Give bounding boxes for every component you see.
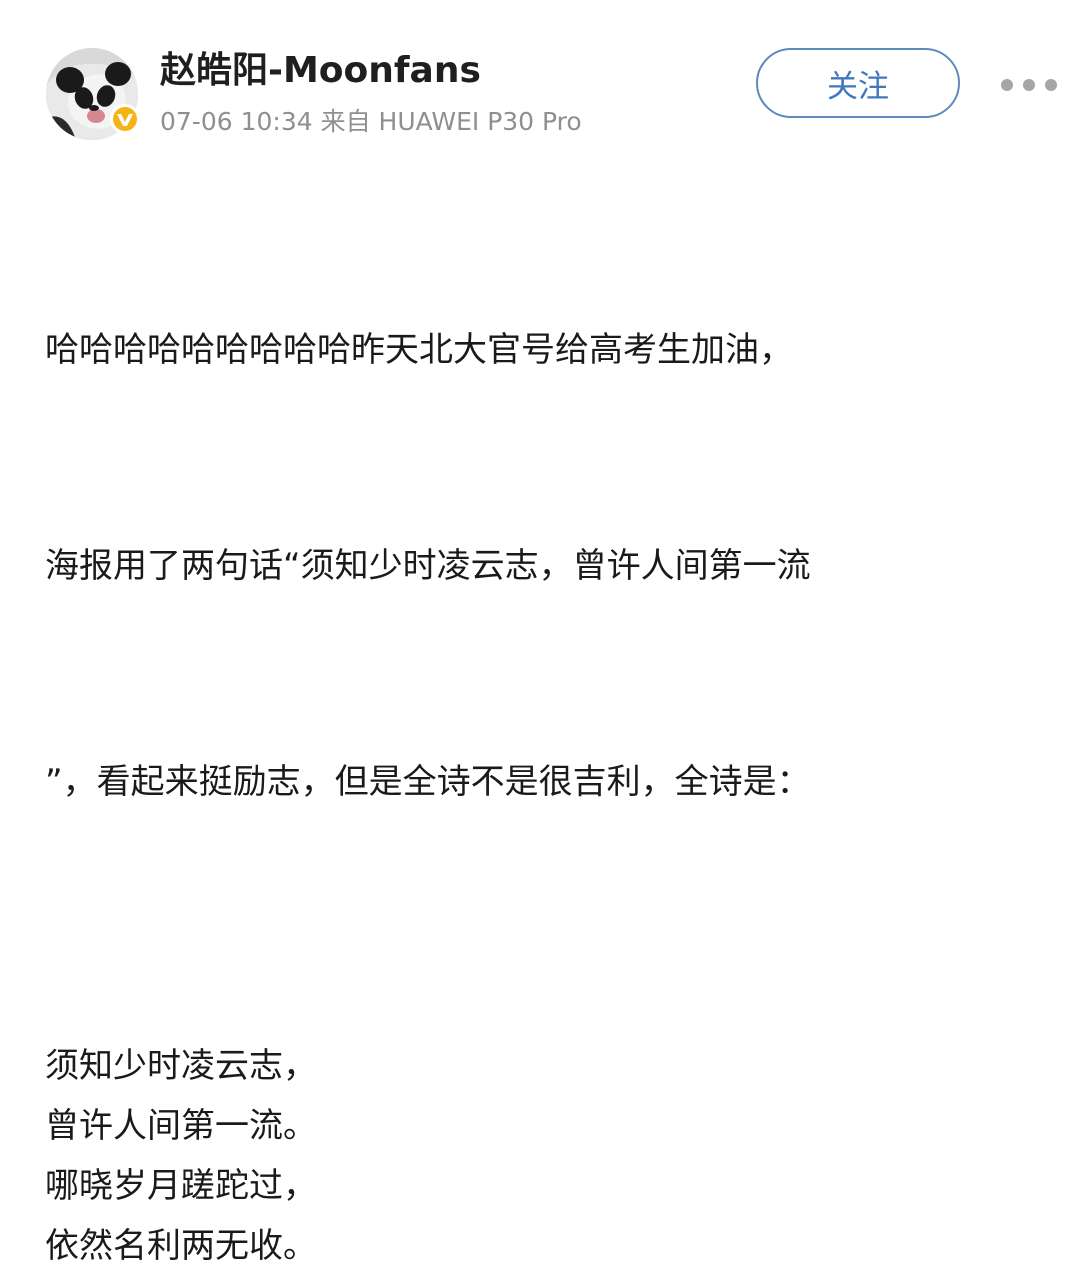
poem-line: 哪晓岁月蹉跎过，	[45, 1166, 317, 1206]
vip-badge-icon	[110, 104, 140, 134]
follow-button[interactable]: 关注	[756, 48, 960, 118]
poem-line: 须知少时凌云志，	[45, 1046, 317, 1086]
more-dots-icon[interactable]	[994, 66, 1064, 104]
avatar[interactable]	[46, 48, 140, 140]
poem-block: 须知少时凌云志， 曾许人间第一流。 哪晓岁月蹉跎过， 依然名利两无收。	[45, 1036, 1050, 1276]
post-meta: 07-06 10:34 来自 HUAWEI P30 Pro	[160, 107, 582, 136]
poem-line: 曾许人间第一流。	[45, 1106, 317, 1146]
post-body-line: 哈哈哈哈哈哈哈哈哈昨天北大官号给高考生加油，	[45, 330, 793, 370]
post-body-line: 海报用了两句话“须知少时凌云志，曾许人间第一流	[45, 546, 811, 586]
post-body-line: ”，看起来挺励志，但是全诗不是很吉利，全诗是：	[45, 762, 811, 802]
post-content: 哈哈哈哈哈哈哈哈哈昨天北大官号给高考生加油， 海报用了两句话“须知少时凌云志，曾…	[45, 170, 1050, 1276]
poem-line: 依然名利两无收。	[45, 1226, 317, 1266]
author-name[interactable]: 赵皓阳-Moonfans	[160, 50, 481, 92]
follow-button-label: 关注	[827, 68, 889, 105]
post-header: 赵皓阳-Moonfans 07-06 10:34 来自 HUAWEI P30 P…	[0, 0, 1080, 160]
post-body: 哈哈哈哈哈哈哈哈哈昨天北大官号给高考生加油， 海报用了两句话“须知少时凌云志，曾…	[45, 170, 1050, 962]
